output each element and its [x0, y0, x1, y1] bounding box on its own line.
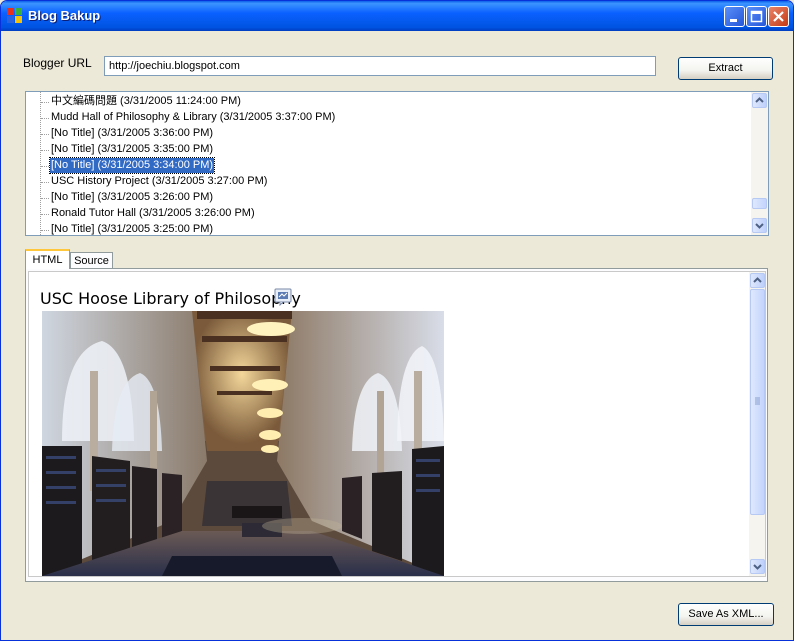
scroll-down-button[interactable]: [752, 218, 767, 233]
title-bar[interactable]: Blog Bakup: [1, 1, 793, 31]
preview-scrollbar[interactable]: [749, 272, 765, 576]
tree-item[interactable]: Mudd Hall of Philosophy & Library (3/31/…: [50, 110, 336, 125]
tree-connector-line: [41, 134, 49, 135]
tree-connector-line: [41, 198, 49, 199]
tree-item[interactable]: [No Title] (3/31/2005 3:35:00 PM): [50, 142, 214, 157]
tree-connector-line: [41, 102, 49, 103]
html-preview: USC Hoose Library of Philosophy: [28, 271, 766, 577]
post-tree[interactable]: 中文編碼問題 (3/31/2005 11:24:00 PM) Mudd Hall …: [25, 91, 769, 236]
tree-item[interactable]: Ronald Tutor Hall (3/31/2005 3:26:00 PM): [50, 206, 256, 221]
blogger-url-label: Blogger URL: [23, 56, 92, 70]
tab-html[interactable]: HTML: [25, 249, 70, 269]
chevron-down-icon: [753, 564, 762, 570]
save-as-xml-button[interactable]: Save As XML...: [678, 603, 774, 626]
scroll-up-button[interactable]: [752, 93, 767, 108]
scroll-thumb[interactable]: [752, 198, 767, 209]
tree-scrollbar[interactable]: [751, 92, 768, 235]
tree-connector-line: [41, 230, 49, 231]
speech-bubble-icon[interactable]: [274, 288, 292, 306]
tree-item[interactable]: USC History Project (3/31/2005 3:27:00 P…: [50, 174, 268, 189]
window-title: Blog Bakup: [28, 8, 101, 23]
tree-connector-line: [41, 214, 49, 215]
blogger-url-input[interactable]: http://joechiu.blogspot.com: [104, 56, 656, 76]
scroll-thumb[interactable]: [750, 289, 765, 515]
extract-button[interactable]: Extract: [678, 57, 773, 80]
library-photo: [42, 311, 444, 576]
tree-connector-line: [41, 166, 49, 167]
chevron-down-icon: [755, 223, 764, 229]
tree-item[interactable]: 中文編碼問題 (3/31/2005 11:24:00 PM): [50, 94, 242, 109]
post-title: USC Hoose Library of Philosophy: [40, 289, 301, 308]
minimize-button[interactable]: [724, 6, 745, 27]
scroll-up-button[interactable]: [750, 273, 765, 288]
tab-source[interactable]: Source: [70, 252, 113, 269]
tree-connector-line: [41, 182, 49, 183]
close-icon: [773, 11, 784, 22]
tree-item[interactable]: [No Title] (3/31/2005 3:34:00 PM): [48, 157, 216, 174]
app-icon: [7, 8, 23, 24]
tree-item[interactable]: [No Title] (3/31/2005 3:26:00 PM): [50, 190, 214, 205]
maximize-icon: [750, 10, 763, 23]
chevron-up-icon: [753, 277, 762, 283]
chevron-up-icon: [755, 97, 764, 103]
close-button[interactable]: [768, 6, 789, 27]
tree-connector-line: [41, 150, 49, 151]
app-window: Blog Bakup Blogger URL http://joechiu.bl…: [0, 0, 794, 641]
grip-icon: [755, 397, 760, 405]
scroll-down-button[interactable]: [750, 559, 765, 574]
tree-connector-line: [41, 118, 49, 119]
minimize-icon: [730, 19, 737, 22]
tree-item[interactable]: [No Title] (3/31/2005 3:36:00 PM): [50, 126, 214, 141]
maximize-button[interactable]: [746, 6, 767, 27]
tree-item[interactable]: [No Title] (3/31/2005 3:25:00 PM): [50, 222, 214, 235]
tab-page-html: USC Hoose Library of Philosophy: [25, 268, 768, 582]
